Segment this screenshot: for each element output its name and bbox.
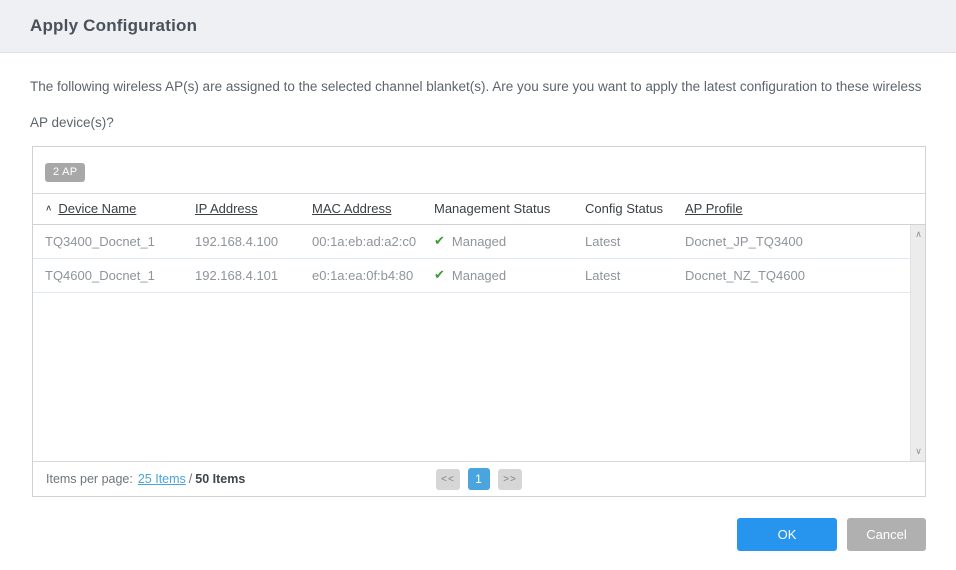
cancel-button[interactable]: Cancel <box>847 518 926 551</box>
current-page-button[interactable]: 1 <box>468 468 490 491</box>
ok-button[interactable]: OK <box>737 518 837 551</box>
column-header-config-status: Config Status <box>585 201 685 216</box>
total-items-count: 50 Items <box>195 472 246 487</box>
page-controls: << 1 >> <box>436 468 522 491</box>
page-title: Apply Configuration <box>30 16 198 35</box>
cell-device-name: TQ4600_Docnet_1 <box>45 267 155 283</box>
next-page-button[interactable]: >> <box>498 468 522 490</box>
sort-asc-icon: ∧ <box>45 204 53 214</box>
column-header-device-name[interactable]: ∧ Device Name <box>45 201 195 216</box>
column-header-label: Device Name <box>58 201 137 217</box>
managed-check-icon: ✔ <box>434 233 445 249</box>
cell-mac-address: 00:1a:eb:ad:a2:c0 <box>312 233 417 249</box>
pagination-separator: / <box>188 472 193 487</box>
cell-device-name: TQ3400_Docnet_1 <box>45 233 155 249</box>
dialog-titlebar: Apply Configuration <box>0 0 956 53</box>
pagination-bar: Items per page: 25 Items / 50 Items << 1… <box>33 461 925 496</box>
dialog-actions: OK Cancel <box>737 518 926 551</box>
scroll-down-icon[interactable]: ∨ <box>911 444 925 459</box>
cell-management-status: ✔ Managed <box>434 233 585 249</box>
vertical-scrollbar[interactable]: ∧ ∨ <box>910 224 925 462</box>
cell-config-status: Latest <box>585 233 621 249</box>
table-row[interactable]: TQ3400_Docnet_1 192.168.4.100 00:1a:eb:a… <box>33 224 910 259</box>
ap-count-badge: 2 AP <box>45 163 86 182</box>
column-header-label: IP Address <box>195 201 258 217</box>
table-body: TQ3400_Docnet_1 192.168.4.100 00:1a:eb:a… <box>33 224 910 293</box>
column-header-label: MAC Address <box>312 201 392 217</box>
items-per-page-label: Items per page: <box>46 472 133 487</box>
column-header-label: Management Status <box>434 201 551 217</box>
ap-table: 2 AP ∧ Device Name IP Address MAC Addres… <box>32 146 926 497</box>
column-header-management-status: Management Status <box>434 201 585 216</box>
management-status-text: Managed <box>451 267 507 283</box>
column-header-label: AP Profile <box>685 201 743 217</box>
confirmation-message: The following wireless AP(s) are assigne… <box>30 79 922 130</box>
table-header-row: ∧ Device Name IP Address MAC Address Man… <box>33 192 925 225</box>
management-status-text: Managed <box>451 233 507 249</box>
cell-management-status: ✔ Managed <box>434 267 585 283</box>
cell-ip-address: 192.168.4.101 <box>195 267 279 283</box>
managed-check-icon: ✔ <box>434 267 445 283</box>
column-header-label: Config Status <box>585 201 664 217</box>
scroll-up-icon[interactable]: ∧ <box>911 227 925 242</box>
cell-ap-profile: Docnet_NZ_TQ4600 <box>685 267 805 283</box>
apply-configuration-dialog: Apply Configuration The following wirele… <box>0 0 956 570</box>
table-toolbar: 2 AP <box>33 147 925 193</box>
prev-page-button[interactable]: << <box>436 468 460 490</box>
cell-ip-address: 192.168.4.100 <box>195 233 279 249</box>
column-header-mac-address[interactable]: MAC Address <box>312 201 434 216</box>
column-header-ap-profile[interactable]: AP Profile <box>685 201 925 216</box>
items-per-page-link[interactable]: 25 Items <box>138 472 186 486</box>
cell-config-status: Latest <box>585 267 621 283</box>
cell-ap-profile: Docnet_JP_TQ3400 <box>685 233 803 249</box>
table-scroll-area: TQ3400_Docnet_1 192.168.4.100 00:1a:eb:a… <box>33 224 925 462</box>
column-header-ip-address[interactable]: IP Address <box>195 201 312 216</box>
table-row[interactable]: TQ4600_Docnet_1 192.168.4.101 e0:1a:ea:0… <box>33 258 910 293</box>
cell-mac-address: e0:1a:ea:0f:b4:80 <box>312 267 414 283</box>
